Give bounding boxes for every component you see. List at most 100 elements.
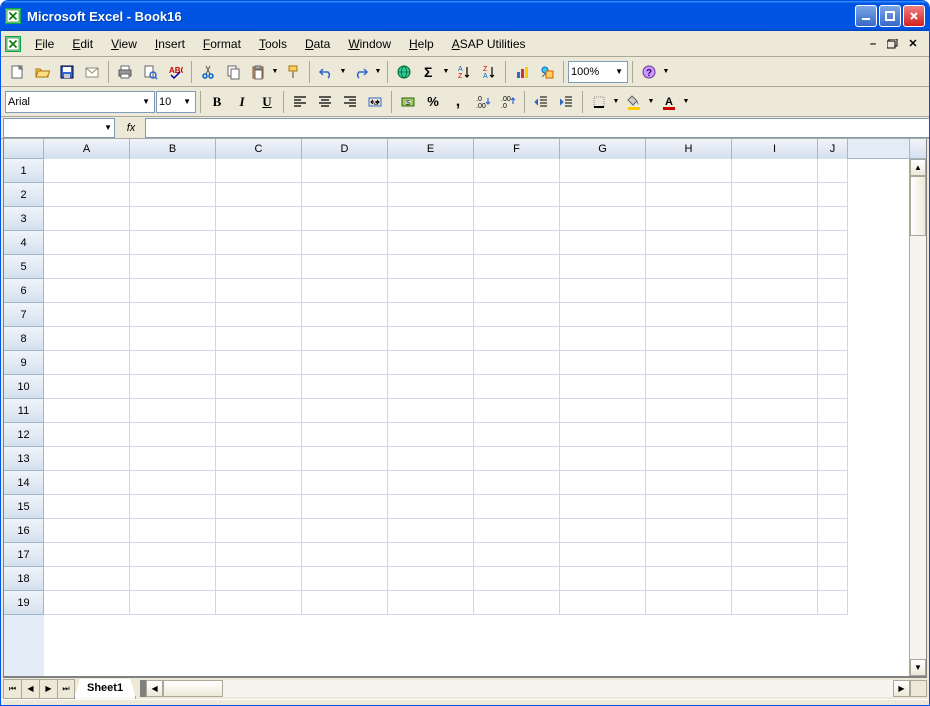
cell-E6[interactable] (388, 279, 474, 303)
column-header-I[interactable]: I (732, 139, 818, 159)
cell-J12[interactable] (818, 423, 848, 447)
borders-button[interactable] (587, 90, 611, 114)
fx-label[interactable]: fx (117, 122, 145, 134)
cell-F19[interactable] (474, 591, 560, 615)
cell-C12[interactable] (216, 423, 302, 447)
menu-view[interactable]: View (103, 34, 145, 54)
cell-F13[interactable] (474, 447, 560, 471)
cell-A19[interactable] (44, 591, 130, 615)
cell-I4[interactable] (732, 231, 818, 255)
cell-E19[interactable] (388, 591, 474, 615)
menu-data[interactable]: Data (297, 34, 338, 54)
cell-F17[interactable] (474, 543, 560, 567)
new-button[interactable] (5, 60, 29, 84)
cell-G18[interactable] (560, 567, 646, 591)
column-header-D[interactable]: D (302, 139, 388, 159)
cell-E1[interactable] (388, 159, 474, 183)
cell-E8[interactable] (388, 327, 474, 351)
cell-I6[interactable] (732, 279, 818, 303)
cell-C10[interactable] (216, 375, 302, 399)
help-button[interactable]: ? (637, 60, 661, 84)
cell-A14[interactable] (44, 471, 130, 495)
cell-J3[interactable] (818, 207, 848, 231)
scroll-left-button[interactable]: ◀ (146, 680, 163, 697)
cell-C4[interactable] (216, 231, 302, 255)
cell-E3[interactable] (388, 207, 474, 231)
column-header-B[interactable]: B (130, 139, 216, 159)
cell-G16[interactable] (560, 519, 646, 543)
hscroll-thumb[interactable] (163, 680, 223, 697)
cell-G15[interactable] (560, 495, 646, 519)
align-left-button[interactable] (288, 90, 312, 114)
row-header-14[interactable]: 14 (4, 471, 44, 495)
cell-G9[interactable] (560, 351, 646, 375)
menu-format[interactable]: Format (195, 34, 249, 54)
row-header-19[interactable]: 19 (4, 591, 44, 615)
percent-button[interactable]: % (421, 90, 445, 114)
cell-E4[interactable] (388, 231, 474, 255)
cell-G4[interactable] (560, 231, 646, 255)
cell-A10[interactable] (44, 375, 130, 399)
scroll-right-button[interactable]: ▶ (893, 680, 910, 697)
cell-D16[interactable] (302, 519, 388, 543)
cell-B4[interactable] (130, 231, 216, 255)
cell-A3[interactable] (44, 207, 130, 231)
zoom-combo[interactable]: ▼ (568, 61, 628, 83)
cell-G19[interactable] (560, 591, 646, 615)
cell-H6[interactable] (646, 279, 732, 303)
cell-B2[interactable] (130, 183, 216, 207)
print-preview-button[interactable] (138, 60, 162, 84)
cell-G5[interactable] (560, 255, 646, 279)
cell-F3[interactable] (474, 207, 560, 231)
row-header-18[interactable]: 18 (4, 567, 44, 591)
row-header-1[interactable]: 1 (4, 159, 44, 183)
cell-D14[interactable] (302, 471, 388, 495)
cell-F6[interactable] (474, 279, 560, 303)
cell-B6[interactable] (130, 279, 216, 303)
cell-J11[interactable] (818, 399, 848, 423)
cell-I18[interactable] (732, 567, 818, 591)
cell-I5[interactable] (732, 255, 818, 279)
menu-insert[interactable]: Insert (147, 34, 193, 54)
cell-A17[interactable] (44, 543, 130, 567)
cell-G2[interactable] (560, 183, 646, 207)
font-color-dropdown[interactable]: ▼ (681, 90, 691, 114)
cell-G12[interactable] (560, 423, 646, 447)
zoom-dropdown[interactable]: ▼ (613, 67, 625, 76)
cell-D15[interactable] (302, 495, 388, 519)
cell-C2[interactable] (216, 183, 302, 207)
borders-dropdown[interactable]: ▼ (611, 90, 621, 114)
column-header-C[interactable]: C (216, 139, 302, 159)
cell-I13[interactable] (732, 447, 818, 471)
tab-nav-prev[interactable]: ◀ (21, 679, 39, 699)
cell-A2[interactable] (44, 183, 130, 207)
cell-G13[interactable] (560, 447, 646, 471)
row-header-8[interactable]: 8 (4, 327, 44, 351)
cell-E15[interactable] (388, 495, 474, 519)
name-box-input[interactable] (6, 122, 104, 134)
cell-E2[interactable] (388, 183, 474, 207)
menu-tools[interactable]: Tools (251, 34, 295, 54)
increase-decimal-button[interactable]: .0.00 (471, 90, 495, 114)
cell-A1[interactable] (44, 159, 130, 183)
cell-A16[interactable] (44, 519, 130, 543)
mdi-minimize-button[interactable]: – (865, 37, 881, 51)
redo-dropdown[interactable]: ▼ (373, 60, 383, 84)
format-painter-button[interactable] (281, 60, 305, 84)
cell-B14[interactable] (130, 471, 216, 495)
row-header-12[interactable]: 12 (4, 423, 44, 447)
cell-J16[interactable] (818, 519, 848, 543)
formula-input[interactable] (145, 118, 929, 138)
cell-C11[interactable] (216, 399, 302, 423)
hscroll-track[interactable] (163, 680, 893, 697)
cell-D17[interactable] (302, 543, 388, 567)
cell-I10[interactable] (732, 375, 818, 399)
cell-J14[interactable] (818, 471, 848, 495)
cell-J18[interactable] (818, 567, 848, 591)
cell-F10[interactable] (474, 375, 560, 399)
cell-F15[interactable] (474, 495, 560, 519)
row-header-3[interactable]: 3 (4, 207, 44, 231)
fill-color-dropdown[interactable]: ▼ (646, 90, 656, 114)
cell-D3[interactable] (302, 207, 388, 231)
cell-J15[interactable] (818, 495, 848, 519)
